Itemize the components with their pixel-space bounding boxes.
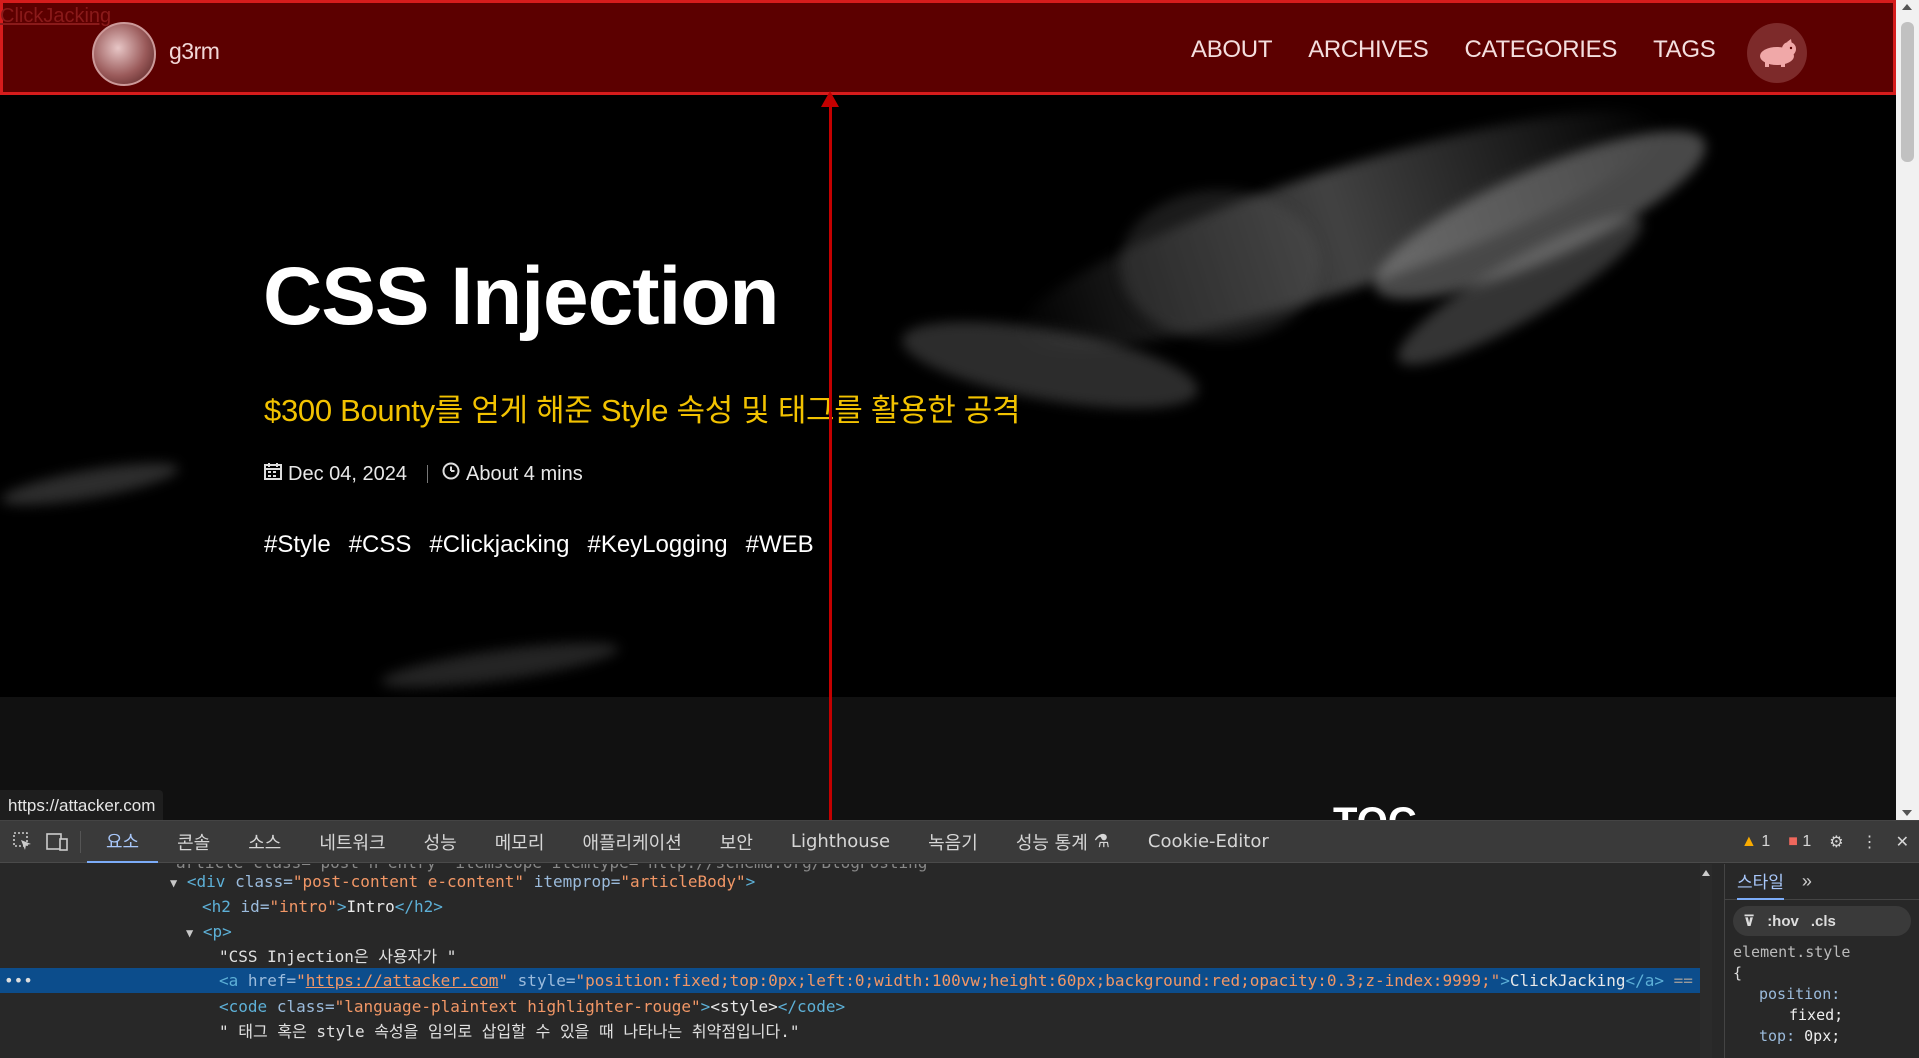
warning-icon: ▲ (1741, 833, 1757, 850)
tab-sources[interactable]: 소스 (229, 821, 300, 863)
tab-elements[interactable]: 요소 (87, 821, 159, 863)
content-area (0, 697, 1896, 820)
post-title: CSS Injection (263, 251, 780, 342)
style-val-position[interactable]: fixed; (1733, 1005, 1919, 1026)
collapse-triangle-icon[interactable]: ▼ (186, 926, 193, 940)
scroll-up-icon[interactable] (1902, 4, 1912, 10)
devtools-tabbar: 요소 콘솔 소스 네트워크 성능 메모리 애플리케이션 보안 Lighthous… (0, 821, 1919, 863)
scroll-down-icon[interactable] (1902, 810, 1912, 816)
issues-counter[interactable]: ■ 1 (1788, 833, 1811, 851)
site-title[interactable]: g3rm (169, 38, 220, 65)
style-prop-position[interactable]: position: (1733, 984, 1919, 1005)
hov-toggle[interactable]: :hov (1767, 913, 1799, 930)
style-prop-top[interactable]: top: 0px; (1733, 1026, 1919, 1047)
element-style-rule[interactable]: element.style { position: fixed; top: 0p… (1725, 942, 1919, 1047)
theme-toggle-button[interactable] (1747, 23, 1807, 83)
href-link[interactable]: https://attacker.com (306, 971, 499, 990)
styles-pane: 스타일 » ⊽ :hov .cls element.style { positi… (1724, 864, 1919, 1058)
devtools-right-controls: ▲ 1 ■ 1 ⚙ ⋮ ✕ (1741, 821, 1909, 863)
page-scrollbar[interactable] (1896, 0, 1919, 820)
style-brace: { (1733, 964, 1743, 982)
tab-network[interactable]: 네트워크 (300, 821, 404, 863)
nav-about[interactable]: ABOUT (1191, 36, 1272, 64)
dom-line-text[interactable]: "CSS Injection은 사용자가 " (219, 944, 456, 969)
tag-link[interactable]: #KeyLogging (587, 531, 727, 559)
dom-line-code[interactable]: <code class="language-plaintext highligh… (219, 994, 845, 1019)
clickjacking-link[interactable]: ClickJacking (0, 5, 111, 28)
tab-performance-insights[interactable]: 성능 통계 ⚗ (997, 821, 1129, 863)
post-excerpt: $300 Bounty를 얻게 해준 Style 속성 및 태그를 활용한 공격 (264, 393, 1021, 428)
masthead-clickjacking-overlay[interactable]: g3rm ABOUT ARCHIVES CATEGORIES TAGS (0, 0, 1896, 95)
dom-line-a-selected[interactable]: ••• <a href="https://attacker.com" style… (0, 968, 1700, 993)
device-toolbar-icon[interactable] (40, 821, 74, 863)
dom-line-div[interactable]: ▼ <div class="post-content e-content" it… (170, 869, 755, 894)
tab-cookie-editor[interactable]: Cookie-Editor (1129, 821, 1288, 863)
inspect-element-icon[interactable] (6, 821, 40, 863)
devtools-panel: 요소 콘솔 소스 네트워크 성능 메모리 애플리케이션 보안 Lighthous… (0, 820, 1919, 1058)
issue-icon: ■ (1788, 833, 1798, 850)
tag-link[interactable]: #Clickjacking (429, 531, 569, 559)
nav-archives[interactable]: ARCHIVES (1308, 36, 1429, 64)
pig-icon (1760, 39, 1796, 67)
dom-line-p[interactable]: ▼ <p> (186, 919, 232, 944)
dom-line-h2[interactable]: <h2 id="intro">Intro</h2> (202, 894, 443, 919)
calendar-icon (264, 462, 282, 486)
settings-gear-icon[interactable]: ⚙ (1829, 832, 1843, 852)
post-tags: #Style #CSS #Clickjacking #KeyLogging #W… (264, 531, 814, 559)
site-logo-avatar[interactable] (92, 22, 156, 86)
more-dots-icon[interactable]: ••• (4, 968, 33, 993)
scroll-up-icon[interactable] (1702, 870, 1710, 876)
cls-toggle[interactable]: .cls (1811, 913, 1836, 930)
flask-icon: ⚗ (1093, 831, 1110, 852)
nav-tags[interactable]: TAGS (1653, 36, 1716, 64)
tab-console[interactable]: 콘솔 (158, 821, 229, 863)
collapse-triangle-icon[interactable]: ▼ (170, 876, 177, 890)
tab-performance-insights-label: 성능 통계 (1015, 832, 1088, 854)
dom-scrollbar[interactable] (1700, 864, 1712, 1058)
styles-filter-bar[interactable]: ⊽ :hov .cls (1733, 906, 1911, 936)
scroll-thumb[interactable] (1901, 22, 1914, 162)
post-date: Dec 04, 2024 (288, 462, 407, 485)
tag-link[interactable]: #CSS (349, 531, 412, 559)
tab-memory[interactable]: 메모리 (476, 821, 564, 863)
toc-heading-partial: TOC (1333, 800, 1417, 820)
warnings-counter[interactable]: ▲ 1 (1741, 833, 1770, 851)
dom-tree[interactable]: article class="post h-entry" itemscope i… (0, 864, 1700, 1058)
page-viewport: TOC CSS Injection $300 Bounty를 얻게 해준 Sty… (0, 0, 1896, 820)
tab-recorder[interactable]: 녹음기 (909, 821, 997, 863)
close-icon[interactable]: ✕ (1896, 832, 1909, 852)
filter-icon[interactable]: ⊽ (1743, 912, 1755, 930)
clock-icon (442, 462, 460, 486)
tag-link[interactable]: #WEB (746, 531, 814, 559)
nav-categories[interactable]: CATEGORIES (1464, 36, 1617, 64)
tab-performance[interactable]: 성능 (405, 821, 476, 863)
style-selector: element.style (1733, 943, 1851, 961)
hero-background (0, 0, 1896, 697)
status-bar-url: https://attacker.com (0, 790, 164, 820)
main-nav: ABOUT ARCHIVES CATEGORIES TAGS (1191, 36, 1751, 64)
read-time: About 4 mins (465, 462, 583, 485)
more-options-icon[interactable]: ⋮ (1862, 832, 1878, 852)
more-tabs-icon[interactable]: » (1802, 871, 1812, 892)
post-meta: Dec 04, 2024 About 4 mins (264, 462, 583, 486)
dom-line-text2[interactable]: " 태그 혹은 style 속성을 임의로 삽입할 수 있을 때 나타나는 취약… (219, 1019, 799, 1044)
meta-divider (426, 465, 428, 483)
tab-lighthouse[interactable]: Lighthouse (772, 821, 909, 863)
tag-link[interactable]: #Style (264, 531, 331, 559)
tab-security[interactable]: 보안 (701, 821, 772, 863)
tab-styles[interactable]: 스타일 (1737, 864, 1784, 900)
tab-application[interactable]: 애플리케이션 (563, 821, 700, 863)
